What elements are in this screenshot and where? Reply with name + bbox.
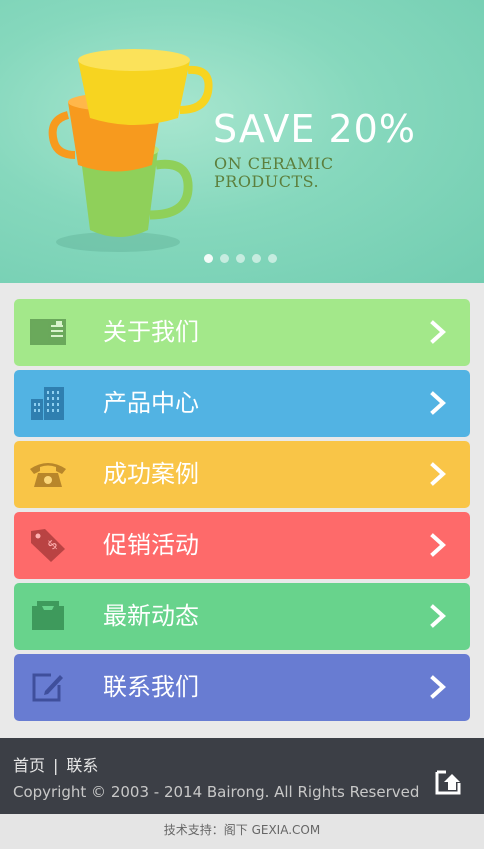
tech-support: 技术支持：阁下 GEXIA.COM xyxy=(0,814,484,849)
menu-item-label: 联系我们 xyxy=(103,673,199,701)
menu-item-label: 关于我们 xyxy=(103,318,199,346)
menu-item-label: 产品中心 xyxy=(103,389,199,417)
footer-home-link[interactable]: 首页 xyxy=(13,756,45,775)
copyright-text: Copyright © 2003 - 2014 Bairong. All Rig… xyxy=(13,783,420,801)
id-card-icon xyxy=(28,313,68,351)
menu-item-label: 促销活动 xyxy=(103,531,199,559)
main-menu: 关于我们产品中心成功案例 $ 促销活动最新动态联系我们 xyxy=(14,299,470,725)
carousel-dot[interactable] xyxy=(236,254,245,263)
footer-links: 首页 | 联系 xyxy=(13,752,98,776)
menu-item-products[interactable]: 产品中心 xyxy=(14,370,470,437)
carousel-dots xyxy=(204,254,277,263)
price-tag-icon: $ xyxy=(28,526,68,564)
promo-banner[interactable]: SAVE 20% ON CERAMIC PRODUCTS. xyxy=(0,0,484,283)
carousel-dot[interactable] xyxy=(220,254,229,263)
chevron-right-icon xyxy=(430,533,446,557)
menu-item-news[interactable]: 最新动态 xyxy=(14,583,470,650)
footer: 首页 | 联系 Copyright © 2003 - 2014 Bairong. A… xyxy=(0,738,484,814)
carousel-dot[interactable] xyxy=(268,254,277,263)
promo-headline: SAVE 20% xyxy=(213,107,416,151)
menu-item-label: 最新动态 xyxy=(103,602,199,630)
menu-item-contact[interactable]: 联系我们 xyxy=(14,654,470,721)
footer-contact-link[interactable]: 联系 xyxy=(66,756,98,775)
chevron-right-icon xyxy=(430,462,446,486)
buildings-icon xyxy=(28,384,68,422)
footer-separator: | xyxy=(53,756,59,775)
promo-subline: ON CERAMIC PRODUCTS. xyxy=(214,154,334,191)
chevron-right-icon xyxy=(430,604,446,628)
telephone-icon xyxy=(28,455,68,493)
ceramic-cups-image xyxy=(48,49,213,252)
menu-item-cases[interactable]: 成功案例 xyxy=(14,441,470,508)
share-icon[interactable] xyxy=(434,768,462,796)
carousel-dot[interactable] xyxy=(252,254,261,263)
chevron-right-icon xyxy=(430,675,446,699)
menu-item-label: 成功案例 xyxy=(103,460,199,488)
carousel-dot[interactable] xyxy=(204,254,213,263)
chevron-right-icon xyxy=(430,391,446,415)
menu-item-promotions[interactable]: $ 促销活动 xyxy=(14,512,470,579)
edit-icon xyxy=(28,668,68,706)
inbox-icon xyxy=(28,597,68,635)
menu-item-about[interactable]: 关于我们 xyxy=(14,299,470,366)
chevron-right-icon xyxy=(430,320,446,344)
